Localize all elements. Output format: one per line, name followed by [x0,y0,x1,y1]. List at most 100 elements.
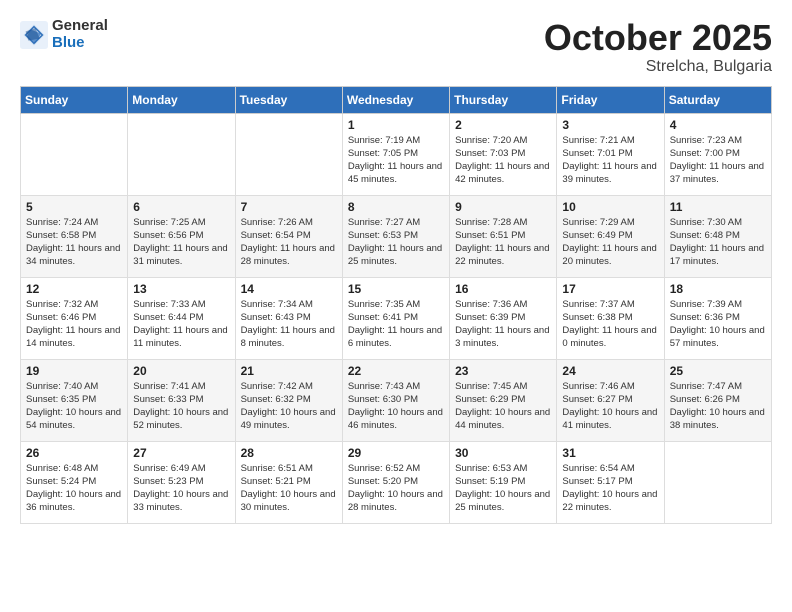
calendar-week-row: 1 Sunrise: 7:19 AM Sunset: 7:05 PM Daylig… [21,113,772,195]
calendar-cell: 13 Sunrise: 7:33 AM Sunset: 6:44 PM Dayli… [128,277,235,359]
location: Strelcha, Bulgaria [544,58,772,76]
calendar-cell: 31 Sunrise: 6:54 AM Sunset: 5:17 PM Dayli… [557,441,664,523]
day-info: Sunrise: 7:33 AM Sunset: 6:44 PM Dayligh… [133,298,229,351]
calendar-week-row: 5 Sunrise: 7:24 AM Sunset: 6:58 PM Daylig… [21,195,772,277]
day-number: 8 [348,200,444,214]
day-info: Sunrise: 7:28 AM Sunset: 6:51 PM Dayligh… [455,216,551,269]
day-info: Sunrise: 7:36 AM Sunset: 6:39 PM Dayligh… [455,298,551,351]
day-number: 2 [455,118,551,132]
day-number: 26 [26,446,122,460]
day-info: Sunrise: 7:39 AM Sunset: 6:36 PM Dayligh… [670,298,766,351]
day-info: Sunrise: 6:51 AM Sunset: 5:21 PM Dayligh… [241,462,337,515]
calendar-cell: 30 Sunrise: 6:53 AM Sunset: 5:19 PM Dayli… [450,441,557,523]
day-info: Sunrise: 7:41 AM Sunset: 6:33 PM Dayligh… [133,380,229,433]
page: General Blue October 2025 Strelcha, Bulg… [0,0,792,612]
day-info: Sunrise: 7:43 AM Sunset: 6:30 PM Dayligh… [348,380,444,433]
col-sunday: Sunday [21,86,128,113]
day-number: 30 [455,446,551,460]
calendar-cell [235,113,342,195]
day-number: 3 [562,118,658,132]
day-number: 16 [455,282,551,296]
col-thursday: Thursday [450,86,557,113]
calendar-cell [664,441,771,523]
day-number: 13 [133,282,229,296]
day-number: 17 [562,282,658,296]
day-info: Sunrise: 6:49 AM Sunset: 5:23 PM Dayligh… [133,462,229,515]
day-info: Sunrise: 7:46 AM Sunset: 6:27 PM Dayligh… [562,380,658,433]
day-number: 9 [455,200,551,214]
calendar-cell: 14 Sunrise: 7:34 AM Sunset: 6:43 PM Dayli… [235,277,342,359]
day-number: 31 [562,446,658,460]
day-number: 21 [241,364,337,378]
calendar-cell: 12 Sunrise: 7:32 AM Sunset: 6:46 PM Dayli… [21,277,128,359]
calendar-week-row: 12 Sunrise: 7:32 AM Sunset: 6:46 PM Dayli… [21,277,772,359]
calendar-cell: 3 Sunrise: 7:21 AM Sunset: 7:01 PM Daylig… [557,113,664,195]
logo-icon [20,21,48,49]
day-info: Sunrise: 6:52 AM Sunset: 5:20 PM Dayligh… [348,462,444,515]
day-number: 24 [562,364,658,378]
day-info: Sunrise: 6:48 AM Sunset: 5:24 PM Dayligh… [26,462,122,515]
day-number: 27 [133,446,229,460]
calendar-cell: 23Sunrise: 7:45 AM Sunset: 6:29 PM Dayli… [450,359,557,441]
col-saturday: Saturday [664,86,771,113]
calendar-week-row: 26 Sunrise: 6:48 AM Sunset: 5:24 PM Dayli… [21,441,772,523]
col-monday: Monday [128,86,235,113]
day-info: Sunrise: 7:37 AM Sunset: 6:38 PM Dayligh… [562,298,658,351]
day-info: Sunrise: 7:27 AM Sunset: 6:53 PM Dayligh… [348,216,444,269]
logo-blue-text: Blue [52,35,108,52]
calendar-cell: 10 Sunrise: 7:29 AM Sunset: 6:49 PM Dayli… [557,195,664,277]
day-info: Sunrise: 7:30 AM Sunset: 6:48 PM Dayligh… [670,216,766,269]
title-block: October 2025 Strelcha, Bulgaria [544,18,772,76]
calendar-cell: 19Sunrise: 7:40 AM Sunset: 6:35 PM Dayli… [21,359,128,441]
day-number: 1 [348,118,444,132]
day-info: Sunrise: 6:53 AM Sunset: 5:19 PM Dayligh… [455,462,551,515]
day-info: Sunrise: 7:42 AM Sunset: 6:32 PM Dayligh… [241,380,337,433]
calendar-cell [128,113,235,195]
day-info: Sunrise: 7:23 AM Sunset: 7:00 PM Dayligh… [670,134,766,187]
logo: General Blue [20,18,108,51]
day-info: Sunrise: 7:35 AM Sunset: 6:41 PM Dayligh… [348,298,444,351]
calendar-cell: 18Sunrise: 7:39 AM Sunset: 6:36 PM Dayli… [664,277,771,359]
calendar-cell: 24 Sunrise: 7:46 AM Sunset: 6:27 PM Dayli… [557,359,664,441]
day-info: Sunrise: 7:19 AM Sunset: 7:05 PM Dayligh… [348,134,444,187]
logo-general-text: General [52,18,108,35]
day-info: Sunrise: 6:54 AM Sunset: 5:17 PM Dayligh… [562,462,658,515]
day-info: Sunrise: 7:47 AM Sunset: 6:26 PM Dayligh… [670,380,766,433]
day-number: 5 [26,200,122,214]
day-number: 4 [670,118,766,132]
day-number: 12 [26,282,122,296]
day-info: Sunrise: 7:40 AM Sunset: 6:35 PM Dayligh… [26,380,122,433]
day-info: Sunrise: 7:34 AM Sunset: 6:43 PM Dayligh… [241,298,337,351]
calendar-cell: 7 Sunrise: 7:26 AM Sunset: 6:54 PM Daylig… [235,195,342,277]
day-info: Sunrise: 7:26 AM Sunset: 6:54 PM Dayligh… [241,216,337,269]
day-number: 7 [241,200,337,214]
col-wednesday: Wednesday [342,86,449,113]
calendar-cell [21,113,128,195]
calendar-table: Sunday Monday Tuesday Wednesday Thursday… [20,86,772,524]
day-info: Sunrise: 7:21 AM Sunset: 7:01 PM Dayligh… [562,134,658,187]
day-info: Sunrise: 7:24 AM Sunset: 6:58 PM Dayligh… [26,216,122,269]
day-number: 10 [562,200,658,214]
col-tuesday: Tuesday [235,86,342,113]
calendar-cell: 1 Sunrise: 7:19 AM Sunset: 7:05 PM Daylig… [342,113,449,195]
day-number: 6 [133,200,229,214]
day-number: 25 [670,364,766,378]
calendar-cell: 16 Sunrise: 7:36 AM Sunset: 6:39 PM Dayli… [450,277,557,359]
day-number: 14 [241,282,337,296]
calendar-cell: 15Sunrise: 7:35 AM Sunset: 6:41 PM Dayli… [342,277,449,359]
calendar-cell: 26 Sunrise: 6:48 AM Sunset: 5:24 PM Dayli… [21,441,128,523]
day-number: 29 [348,446,444,460]
calendar-header-row: Sunday Monday Tuesday Wednesday Thursday… [21,86,772,113]
calendar-cell: 5 Sunrise: 7:24 AM Sunset: 6:58 PM Daylig… [21,195,128,277]
calendar-cell: 27 Sunrise: 6:49 AM Sunset: 5:23 PM Dayli… [128,441,235,523]
day-number: 20 [133,364,229,378]
day-info: Sunrise: 7:29 AM Sunset: 6:49 PM Dayligh… [562,216,658,269]
calendar-cell: 20 Sunrise: 7:41 AM Sunset: 6:33 PM Dayli… [128,359,235,441]
month-title: October 2025 [544,18,772,58]
col-friday: Friday [557,86,664,113]
calendar-cell: 6Sunrise: 7:25 AM Sunset: 6:56 PM Daylig… [128,195,235,277]
day-info: Sunrise: 7:32 AM Sunset: 6:46 PM Dayligh… [26,298,122,351]
calendar-cell: 28Sunrise: 6:51 AM Sunset: 5:21 PM Dayli… [235,441,342,523]
logo-text: General Blue [52,18,108,51]
calendar-cell: 9 Sunrise: 7:28 AM Sunset: 6:51 PM Daylig… [450,195,557,277]
